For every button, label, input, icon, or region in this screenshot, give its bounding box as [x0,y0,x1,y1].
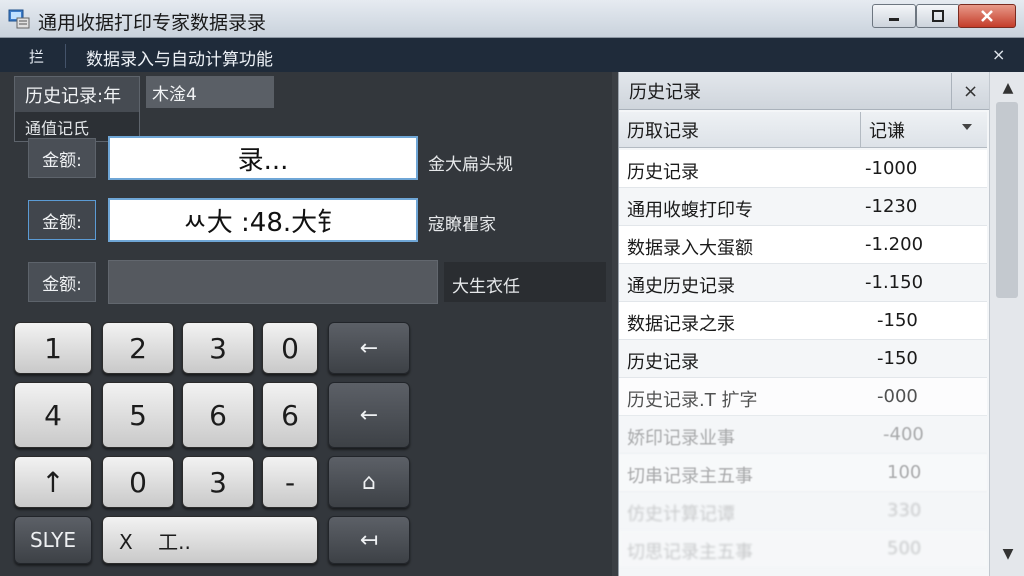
close-icon [981,10,993,22]
up-arrow-key[interactable]: ↑ [14,456,92,508]
maximize-icon [932,10,944,22]
row-value: 330 [887,500,922,521]
menu-bar: 拦 数据录入与自动计算功能 × [0,38,1024,72]
row-name: 通史历史记录 [627,276,735,297]
history-panel-header: 历史记录 [619,72,989,110]
amount-label-3: 金额: [28,262,96,302]
window-title: 通用收据打印专家数据录录 [38,12,267,34]
row-name: 通用收蝮打印专 [627,200,753,221]
list-item[interactable]: 历史记录 -150 [619,340,987,378]
row-name: 数据记录之汞 [627,314,735,335]
row-value: -1230 [865,196,918,217]
minimize-button[interactable] [872,4,916,28]
key-5[interactable]: 5 [102,382,174,448]
column-header-value[interactable]: 记谦 [861,112,987,148]
row-name: 历史记录.T 扩字 [627,390,758,411]
history-tab[interactable]: 历史记录:年 [14,76,140,112]
app-icon [8,9,30,29]
minimize-icon [889,18,899,21]
minus-key[interactable]: - [262,456,318,508]
row-value: -1.150 [865,272,924,293]
row-name: 历史记录 [627,352,699,373]
menu-logo[interactable]: 拦 [8,44,66,68]
history-scrollbar[interactable]: ▲ ▼ [989,72,1024,576]
menu-close-icon[interactable]: × [992,45,1005,64]
style-key[interactable]: SLYE [14,516,92,564]
row-value: -150 [877,348,918,369]
list-item[interactable]: 切思记录主五事 500 [619,530,987,568]
scroll-down-icon[interactable]: ▼ [990,542,1024,566]
enter-key[interactable]: ↤ [328,516,410,564]
row-value: -000 [877,386,918,407]
amount-note-3: 大生衣任 [452,277,520,297]
history-close-icon[interactable]: × [951,73,989,109]
key-2[interactable]: 2 [102,322,174,374]
key-3-alt[interactable]: 3 [182,456,254,508]
amount-input-1[interactable]: 录... [108,136,418,180]
row-value: -1.200 [865,234,924,255]
entry-panel: 历史记录:年 通值记氏 木淦4 金额: 录... 金大扁头规 金额: ㅆ大 :4… [0,72,612,576]
amount-note-2: 寇瞭瞿家 [428,215,496,235]
amount-input-3[interactable] [108,260,438,304]
list-item[interactable]: 切串记录主五事 100 [619,454,987,492]
list-item[interactable]: 数据录入大蛋额 -1.200 [619,226,987,264]
list-item[interactable]: 通史历史记录 -1.150 [619,264,987,302]
key-6[interactable]: 6 [182,382,254,448]
row-value: -400 [883,424,924,445]
amount-note-1: 金大扁头规 [428,155,513,175]
key-0[interactable]: 0 [262,322,318,374]
history-list: 历史记录 -1000 通用收蝮打印专 -1230 数据录入大蛋额 -1.200 通史历… [619,150,987,576]
key-4[interactable]: 4 [14,382,92,448]
amount-input-2[interactable]: ㅆ大 :48.大钅 [108,198,418,242]
history-panel: 历史记录 × 历取记录 记谦 历史记录 -1000 通用收蝮打印专 -1230 数据… [618,72,1024,576]
row-value: 500 [887,538,922,559]
list-item[interactable]: 数据记录之汞 -150 [619,302,987,340]
amount-label-1: 金额: [28,138,96,178]
home-key[interactable]: ⌂ [328,456,410,508]
scroll-up-icon[interactable]: ▲ [990,76,1024,100]
amount-label-2: 金额: [28,200,96,240]
list-item[interactable]: 历史记录 -1000 [619,150,987,188]
list-item[interactable]: 仿史计算记谭 330 [619,492,987,530]
history-panel-title: 历史记录 [629,81,701,103]
key-1[interactable]: 1 [14,322,92,374]
row-value: 100 [887,462,922,483]
key-3[interactable]: 3 [182,322,254,374]
column-header-name[interactable]: 历取记录 [619,112,861,148]
close-button[interactable] [958,4,1016,28]
scroll-thumb[interactable] [996,102,1018,298]
wide-key[interactable]: X 工.. [102,516,318,564]
list-item[interactable]: 通用收蝮打印专 -1230 [619,188,987,226]
key-6-alt[interactable]: 6 [262,382,318,448]
mode-field[interactable]: 木淦4 [146,76,274,108]
backspace-key[interactable]: ← [328,322,410,374]
row-name: 切思记录主五事 [627,542,753,563]
row-name: 历史记录 [627,162,699,183]
row-name: 数据录入大蛋额 [627,238,753,259]
row-name: 仿史计算记谭 [627,504,735,525]
row-value: -1000 [865,158,918,179]
row-name: 娇印记录业事 [627,428,735,449]
column-header-value-label: 记谦 [869,120,905,142]
row-value: -150 [877,310,918,331]
row-name: 切串记录主五事 [627,466,753,487]
key-0-alt[interactable]: 0 [102,456,174,508]
sort-down-icon [962,124,972,130]
list-item[interactable]: 娇印记录业事 -400 [619,416,987,454]
menu-title: 数据录入与自动计算功能 [86,50,273,70]
title-bar: 通用收据打印专家数据录录 [0,0,1024,38]
maximize-button[interactable] [916,4,960,28]
back-arrow-key[interactable]: ← [328,382,410,448]
list-item[interactable]: 历史记录.T 扩字 -000 [619,378,987,416]
